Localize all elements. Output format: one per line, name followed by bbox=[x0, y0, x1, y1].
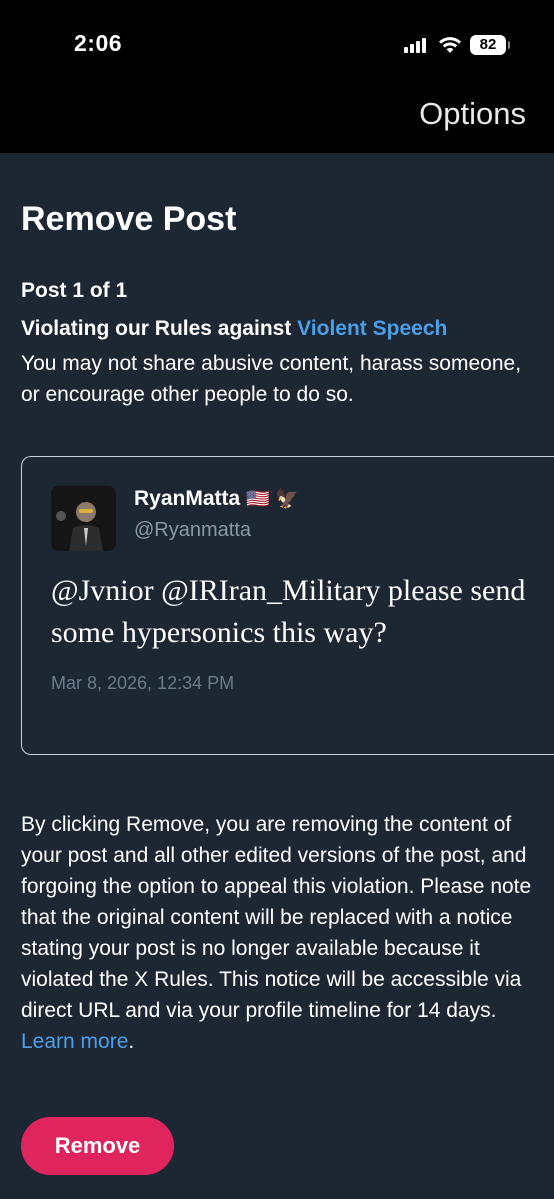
avatar bbox=[51, 486, 116, 551]
learn-more-link[interactable]: Learn more bbox=[21, 1030, 128, 1053]
disclaimer: By clicking Remove, you are removing the… bbox=[21, 809, 541, 1057]
author-name-text: RyanMatta bbox=[134, 487, 241, 510]
violation-heading: Violating our Rules against Violent Spee… bbox=[21, 317, 447, 341]
violation-prefix: Violating our Rules against bbox=[21, 317, 298, 340]
violation-description: You may not share abusive content, haras… bbox=[21, 352, 522, 406]
signal-icon bbox=[404, 37, 428, 53]
remove-button[interactable]: Remove bbox=[21, 1117, 174, 1175]
post-count: Post 1 of 1 bbox=[21, 279, 128, 302]
tweet-timestamp: Mar 8, 2026, 12:34 PM bbox=[51, 673, 235, 693]
battery-icon: 82 bbox=[470, 35, 510, 55]
tweet-text: @Jvnior @IRIran_Military please send som… bbox=[51, 574, 526, 649]
page-title: Remove Post bbox=[21, 200, 237, 238]
status-time: 2:06 bbox=[74, 30, 123, 56]
status-bar: 2:06 82 bbox=[0, 0, 554, 90]
author-emojis: 🇺🇸 🦅 bbox=[246, 489, 299, 510]
options-button[interactable]: Options bbox=[419, 96, 526, 132]
tweet-card: RyanMatta 🇺🇸 🦅 @Ryanmatta @Jvnior @IRIra… bbox=[21, 456, 554, 755]
author-handle: @Ryanmatta bbox=[134, 519, 252, 541]
wifi-icon bbox=[439, 37, 461, 53]
author-name: RyanMatta 🇺🇸 🦅 bbox=[134, 487, 299, 511]
nav-bar: Options bbox=[0, 90, 554, 153]
disclaimer-text: By clicking Remove, you are removing the… bbox=[21, 813, 532, 1022]
disclaimer-suffix: . bbox=[128, 1030, 135, 1053]
status-icons: 82 bbox=[404, 34, 510, 56]
violent-speech-link[interactable]: Violent Speech bbox=[297, 317, 447, 340]
